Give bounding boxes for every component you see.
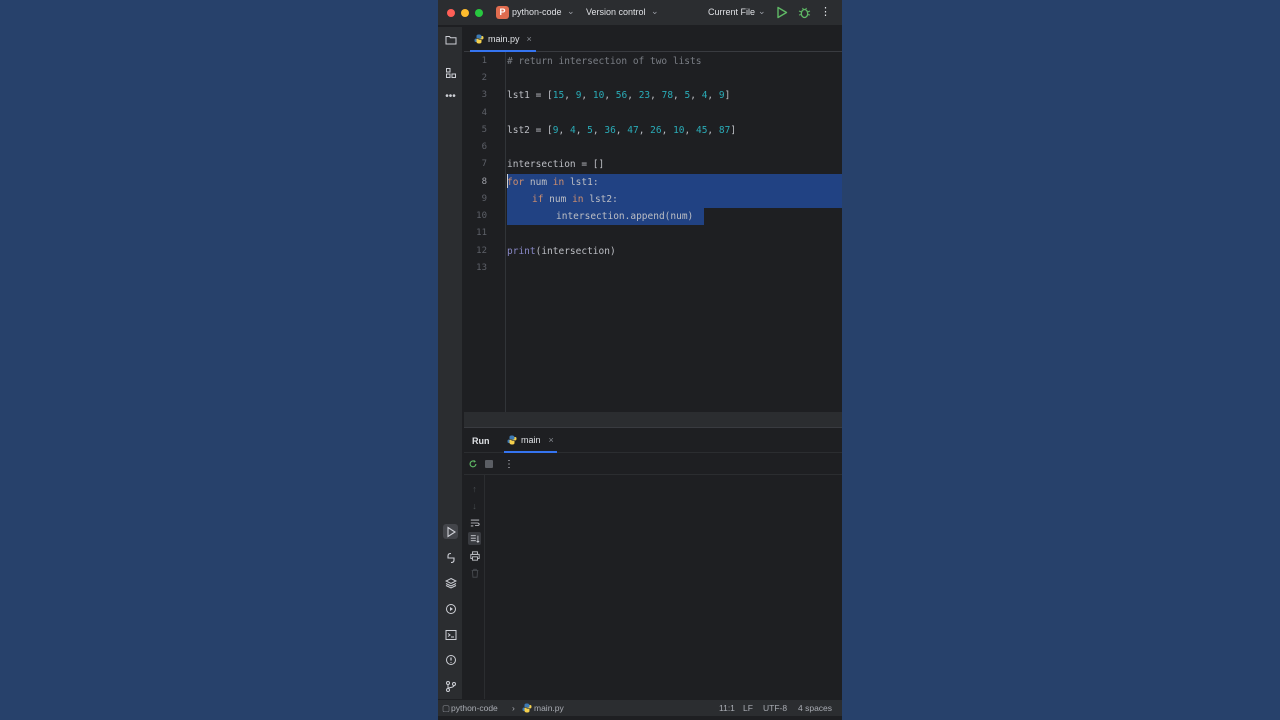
vcs-selector[interactable]: Version control [586,7,646,17]
trash-icon[interactable] [468,566,481,579]
file-encoding[interactable]: UTF-8 [763,703,787,713]
project-badge-icon: P [496,6,509,19]
line-number: 9 [481,194,487,204]
chevron-down-icon: ⌄ [758,6,766,16]
layers-icon[interactable] [443,575,458,590]
window-bottom-edge [438,716,842,720]
console-output[interactable] [486,475,842,699]
up-arrow-icon[interactable]: ↑ [468,482,481,495]
tab-main-py[interactable]: main.py × [470,27,536,52]
rerun-icon[interactable] [467,458,479,470]
run-panel-header: Run main × [464,428,842,453]
problems-icon[interactable] [443,652,458,667]
more-tools-icon[interactable]: ••• [443,89,458,104]
services-icon[interactable] [443,601,458,616]
run-side-toolbar: ↑ ↓ [464,475,485,699]
run-options-icon[interactable]: ⋮ [503,458,515,470]
breadcrumb-separator: › [512,703,515,713]
line-number: 3 [481,90,487,100]
ide-window: P python-code ⌄ Version control ⌄ Curren… [438,0,842,720]
line-number-current: 8 [481,177,487,187]
code-line-1: # return intersection of two lists [507,56,702,67]
left-tool-strip: ••• [438,27,463,699]
run-icon[interactable] [776,6,788,19]
line-number: 4 [481,108,487,118]
line-number: 7 [481,159,487,169]
line-number: 1 [481,56,487,66]
line-number: 13 [476,263,487,273]
chevron-down-icon: ⌄ [651,6,659,16]
python-packages-icon[interactable] [443,550,458,565]
title-bar: P python-code ⌄ Version control ⌄ Curren… [438,0,842,26]
print-icon[interactable] [468,549,481,562]
run-panel: Run main × ⋮ ↑ ↓ [464,428,842,699]
git-icon[interactable] [443,678,458,693]
project-status-icon: ▢ [442,703,451,713]
indent-setting[interactable]: 4 spaces [798,703,832,713]
line-number: 12 [476,246,487,256]
code-line-5: lst2 = [9, 4, 5, 36, 47, 26, 10, 45, 87] [507,125,737,136]
run-tab-main[interactable]: main × [504,428,557,453]
terminal-icon[interactable] [443,627,458,642]
line-separator[interactable]: LF [743,703,753,713]
folder-icon[interactable] [443,32,458,47]
down-arrow-icon[interactable]: ↓ [468,499,481,512]
structure-icon[interactable] [443,65,458,80]
run-config-selector[interactable]: Current File [708,7,755,17]
stop-icon[interactable] [483,458,495,470]
close-window-button[interactable] [447,9,455,17]
python-file-icon [474,34,484,43]
line-number: 10 [476,211,487,221]
scroll-to-end-icon[interactable] [468,532,481,545]
line-number: 11 [476,228,487,238]
line-number: 2 [481,73,487,83]
debug-bug-icon[interactable] [798,6,811,19]
code-line-12: print(intersection) [507,246,616,257]
close-run-tab-icon[interactable]: × [549,435,554,445]
code-line-7: intersection = [] [507,159,605,170]
line-number-gutter: 1 2 3 4 5 6 7 8 9 10 11 12 13 [464,52,506,412]
run-tool-icon[interactable] [443,524,458,539]
more-actions-icon[interactable]: ⋮ [820,5,831,18]
line-number: 6 [481,142,487,152]
project-selector[interactable]: python-code [512,7,562,17]
breadcrumb-project[interactable]: python-code [451,703,498,713]
code-editor[interactable]: # return intersection of two lists lst1 … [507,52,842,412]
zoom-window-button[interactable] [475,9,483,17]
status-bar: ▢ python-code › main.py 11:1 LF UTF-8 4 … [438,699,842,716]
python-file-icon [507,435,517,444]
run-toolbar: ⋮ [464,453,842,475]
run-tab-label: main [521,434,541,445]
chevron-down-icon: ⌄ [567,6,575,16]
python-file-icon [522,703,532,713]
code-line-9: if num in lst2: [532,194,618,205]
close-tab-icon[interactable]: × [527,34,532,44]
breadcrumb-file[interactable]: main.py [534,703,564,713]
editor-bottom-area [464,412,842,427]
caret-position[interactable]: 11:1 [719,703,735,713]
tab-label: main.py [488,33,520,44]
code-line-8: for num in lst1: [507,177,599,188]
code-line-10: intersection.append(num) [556,211,694,222]
soft-wrap-icon[interactable] [468,516,481,529]
line-number: 5 [481,125,487,135]
run-panel-title: Run [472,436,490,446]
editor-tab-bar: main.py × [464,27,842,52]
minimize-window-button[interactable] [461,9,469,17]
code-line-3: lst1 = [15, 9, 10, 56, 23, 78, 5, 4, 9] [507,90,731,101]
